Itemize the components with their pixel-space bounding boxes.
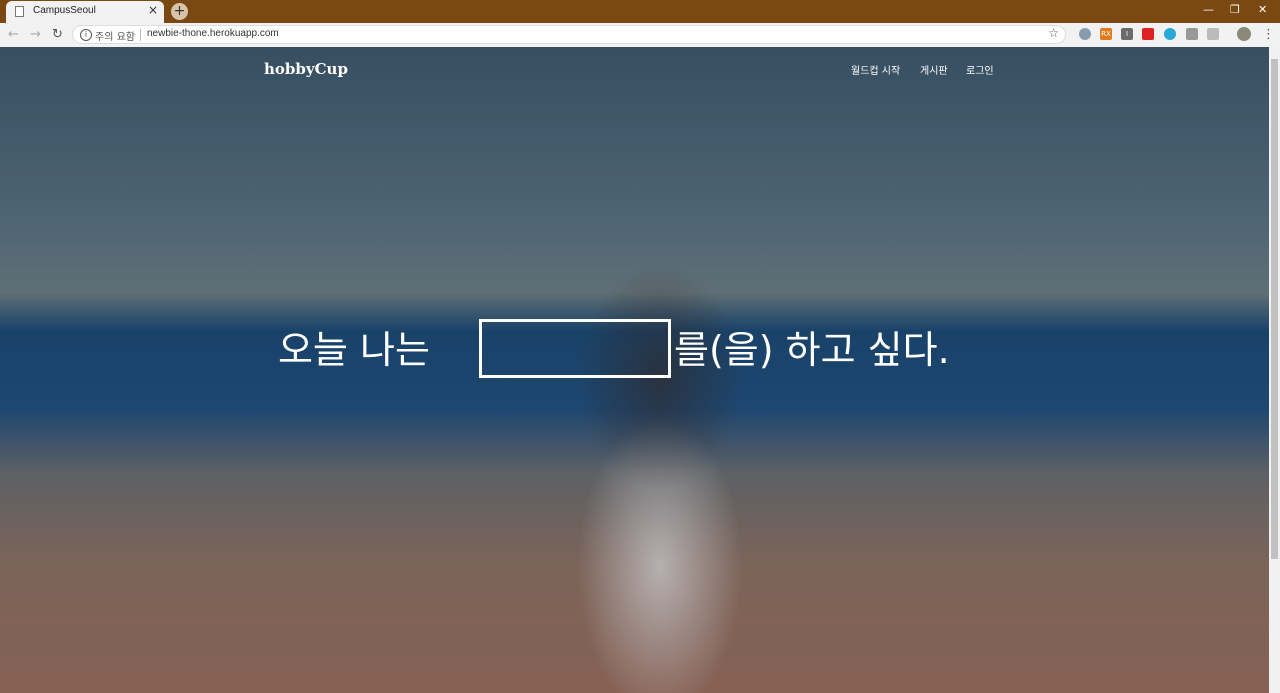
site-brand[interactable]: hobbyCup: [264, 60, 348, 78]
avatar[interactable]: [1237, 27, 1251, 41]
extension-icon[interactable]: [1207, 28, 1219, 40]
address-bar[interactable]: i 주의 요함 newbie-thone.herokuapp.com ☆: [72, 25, 1066, 44]
restore-icon[interactable]: ❐: [1230, 3, 1240, 16]
extension-icon[interactable]: RX: [1100, 28, 1112, 40]
info-icon[interactable]: i: [80, 29, 92, 41]
headline-prefix: 오늘 나는: [278, 328, 430, 372]
extension-icon[interactable]: [1079, 28, 1091, 40]
extension-icon[interactable]: [1142, 28, 1154, 40]
browser-toolbar: ← → ↻ i 주의 요함 newbie-thone.herokuapp.com…: [0, 23, 1280, 48]
headline-suffix: 를(을) 하고 싶다.: [674, 328, 950, 372]
browser-titlebar: CampusSeoul × + — ❐ ✕: [0, 0, 1280, 23]
extension-icon[interactable]: [1164, 28, 1176, 40]
reload-icon[interactable]: ↻: [52, 27, 63, 42]
close-icon[interactable]: ×: [148, 3, 158, 17]
back-arrow-icon[interactable]: ←: [8, 27, 19, 42]
menu-icon[interactable]: ⋮: [1262, 27, 1275, 42]
new-tab-button[interactable]: +: [171, 3, 188, 20]
page-icon: [15, 6, 24, 17]
browser-tab[interactable]: CampusSeoul ×: [6, 1, 164, 23]
url-text[interactable]: newbie-thone.herokuapp.com: [147, 28, 279, 39]
bookmark-star-icon[interactable]: ☆: [1048, 26, 1059, 40]
scrollbar-thumb[interactable]: [1271, 59, 1278, 559]
nav-board[interactable]: 게시판: [920, 62, 948, 77]
url-divider: [140, 29, 141, 41]
minimize-icon[interactable]: —: [1203, 3, 1214, 16]
forward-arrow-icon[interactable]: →: [30, 27, 41, 42]
extension-icon[interactable]: I: [1121, 28, 1133, 40]
security-label[interactable]: 주의 요함: [95, 28, 135, 43]
window-close-icon[interactable]: ✕: [1258, 3, 1267, 16]
page-viewport: hobbyCup 월드컵 시작 게시판 로그인 오늘 나는 를(을) 하고 싶다…: [0, 47, 1269, 693]
tab-title: CampusSeoul: [33, 5, 96, 16]
extension-icon[interactable]: [1186, 28, 1198, 40]
nav-login[interactable]: 로그인: [966, 62, 994, 77]
scrollbar[interactable]: [1269, 47, 1280, 693]
nav-worldcup-start[interactable]: 월드컵 시작: [851, 62, 900, 77]
hobby-input[interactable]: [479, 319, 671, 378]
